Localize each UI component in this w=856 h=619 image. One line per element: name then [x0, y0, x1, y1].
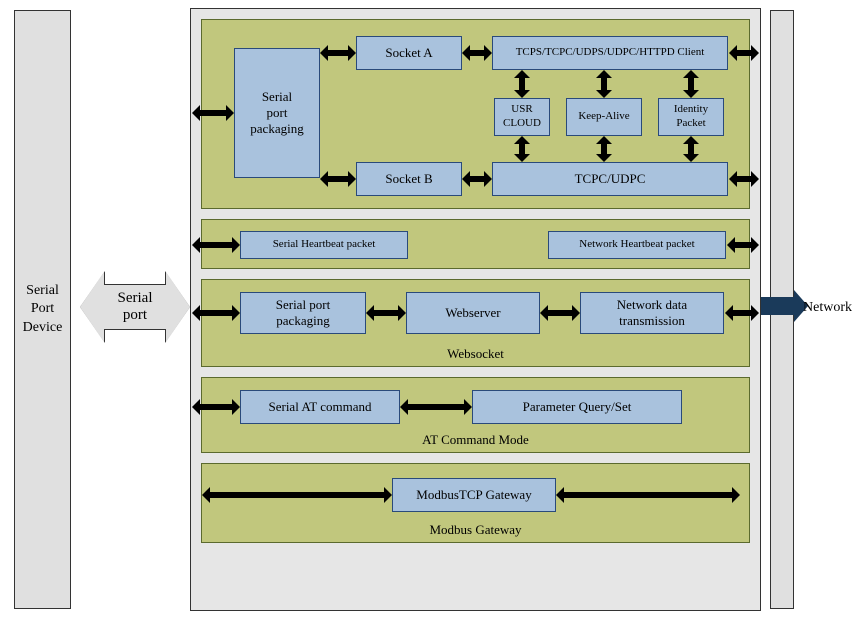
arrow-ws-spp-to-webserver — [374, 310, 398, 316]
box-network-heartbeat: Network Heartbeat packet — [548, 231, 726, 259]
box-modbus-tcp-gateway: ModbusTCP Gateway — [392, 478, 556, 512]
arrowhead-right-icon — [166, 272, 190, 342]
arrow-ext-left-websocket — [200, 310, 232, 316]
serial-port-device-label: SerialPortDevice — [23, 282, 63, 337]
module-at-command: Serial AT command Parameter Query/Set AT… — [201, 377, 750, 453]
arrow-protocols-to-identity — [688, 78, 694, 90]
arrow-ext-left-atcmd — [200, 404, 232, 410]
network-arrow-icon — [756, 297, 794, 315]
serial-port-device-panel: SerialPortDevice — [14, 10, 71, 609]
arrow-ext-right-protocols — [737, 50, 751, 56]
box-serial-at-command: Serial AT command — [240, 390, 400, 424]
serial-port-arrow-label: Serialport — [104, 284, 166, 330]
box-socket-b: Socket B — [356, 162, 462, 196]
box-ws-webserver: Webserver — [406, 292, 540, 334]
arrow-ext-right-heartbeat — [735, 242, 751, 248]
module-heartbeat: Serial Heartbeat packet Network Heartbea… — [201, 219, 750, 269]
box-tcpc-udpc: TCPC/UDPC — [492, 162, 728, 196]
box-ws-network-data: Network datatransmission — [580, 292, 724, 334]
arrow-ext-right-websocket — [733, 310, 751, 316]
arrow-ext-left-heartbeat — [200, 242, 232, 248]
arrow-ws-webserver-to-net — [548, 310, 572, 316]
serial-port-arrow: Serialport — [80, 272, 190, 342]
network-label: Network — [803, 300, 852, 316]
module-websocket: Serial portpackaging Webserver Network d… — [201, 279, 750, 367]
arrow-protocols-to-usrcloud — [519, 78, 525, 90]
arrow-spp-to-socket-a — [328, 50, 348, 56]
box-socket-a: Socket A — [356, 36, 462, 70]
arrow-ext-left-transparent — [200, 110, 226, 116]
arrow-at-serial-to-param — [408, 404, 464, 410]
arrow-usrcloud-to-tcpcudpc — [519, 144, 525, 154]
caption-at-command: AT Command Mode — [202, 432, 749, 448]
box-serial-heartbeat: Serial Heartbeat packet — [240, 231, 408, 259]
box-serial-port-packaging: Serialportpackaging — [234, 48, 320, 178]
box-protocols: TCPS/TCPC/UDPS/UDPC/HTTPD Client — [492, 36, 728, 70]
arrow-keepalive-to-tcpcudpc — [601, 144, 607, 154]
caption-modbus: Modbus Gateway — [202, 522, 749, 538]
arrow-modbus-right — [564, 492, 732, 498]
box-keep-alive: Keep-Alive — [566, 98, 642, 136]
caption-websocket: Websocket — [202, 346, 749, 362]
box-parameter-query-set: Parameter Query/Set — [472, 390, 682, 424]
device-frame: Serialportpackaging Socket A Socket B TC… — [190, 8, 761, 611]
arrowhead-left-icon — [80, 272, 104, 342]
arrow-modbus-left — [210, 492, 384, 498]
box-identity-packet: IdentityPacket — [658, 98, 724, 136]
arrow-identity-to-tcpcudpc — [688, 144, 694, 154]
box-usr-cloud: USRCLOUD — [494, 98, 550, 136]
arrow-ext-right-tcpcudpc — [737, 176, 751, 182]
arrow-socket-b-to-tcpcudpc — [470, 176, 484, 182]
arrow-spp-to-socket-b — [328, 176, 348, 182]
box-ws-serial-packaging: Serial portpackaging — [240, 292, 366, 334]
arrow-socket-a-to-protocols — [470, 50, 484, 56]
arrow-protocols-to-keepalive — [601, 78, 607, 90]
module-transparent: Serialportpackaging Socket A Socket B TC… — [201, 19, 750, 209]
module-modbus: ModbusTCP Gateway Modbus Gateway — [201, 463, 750, 543]
